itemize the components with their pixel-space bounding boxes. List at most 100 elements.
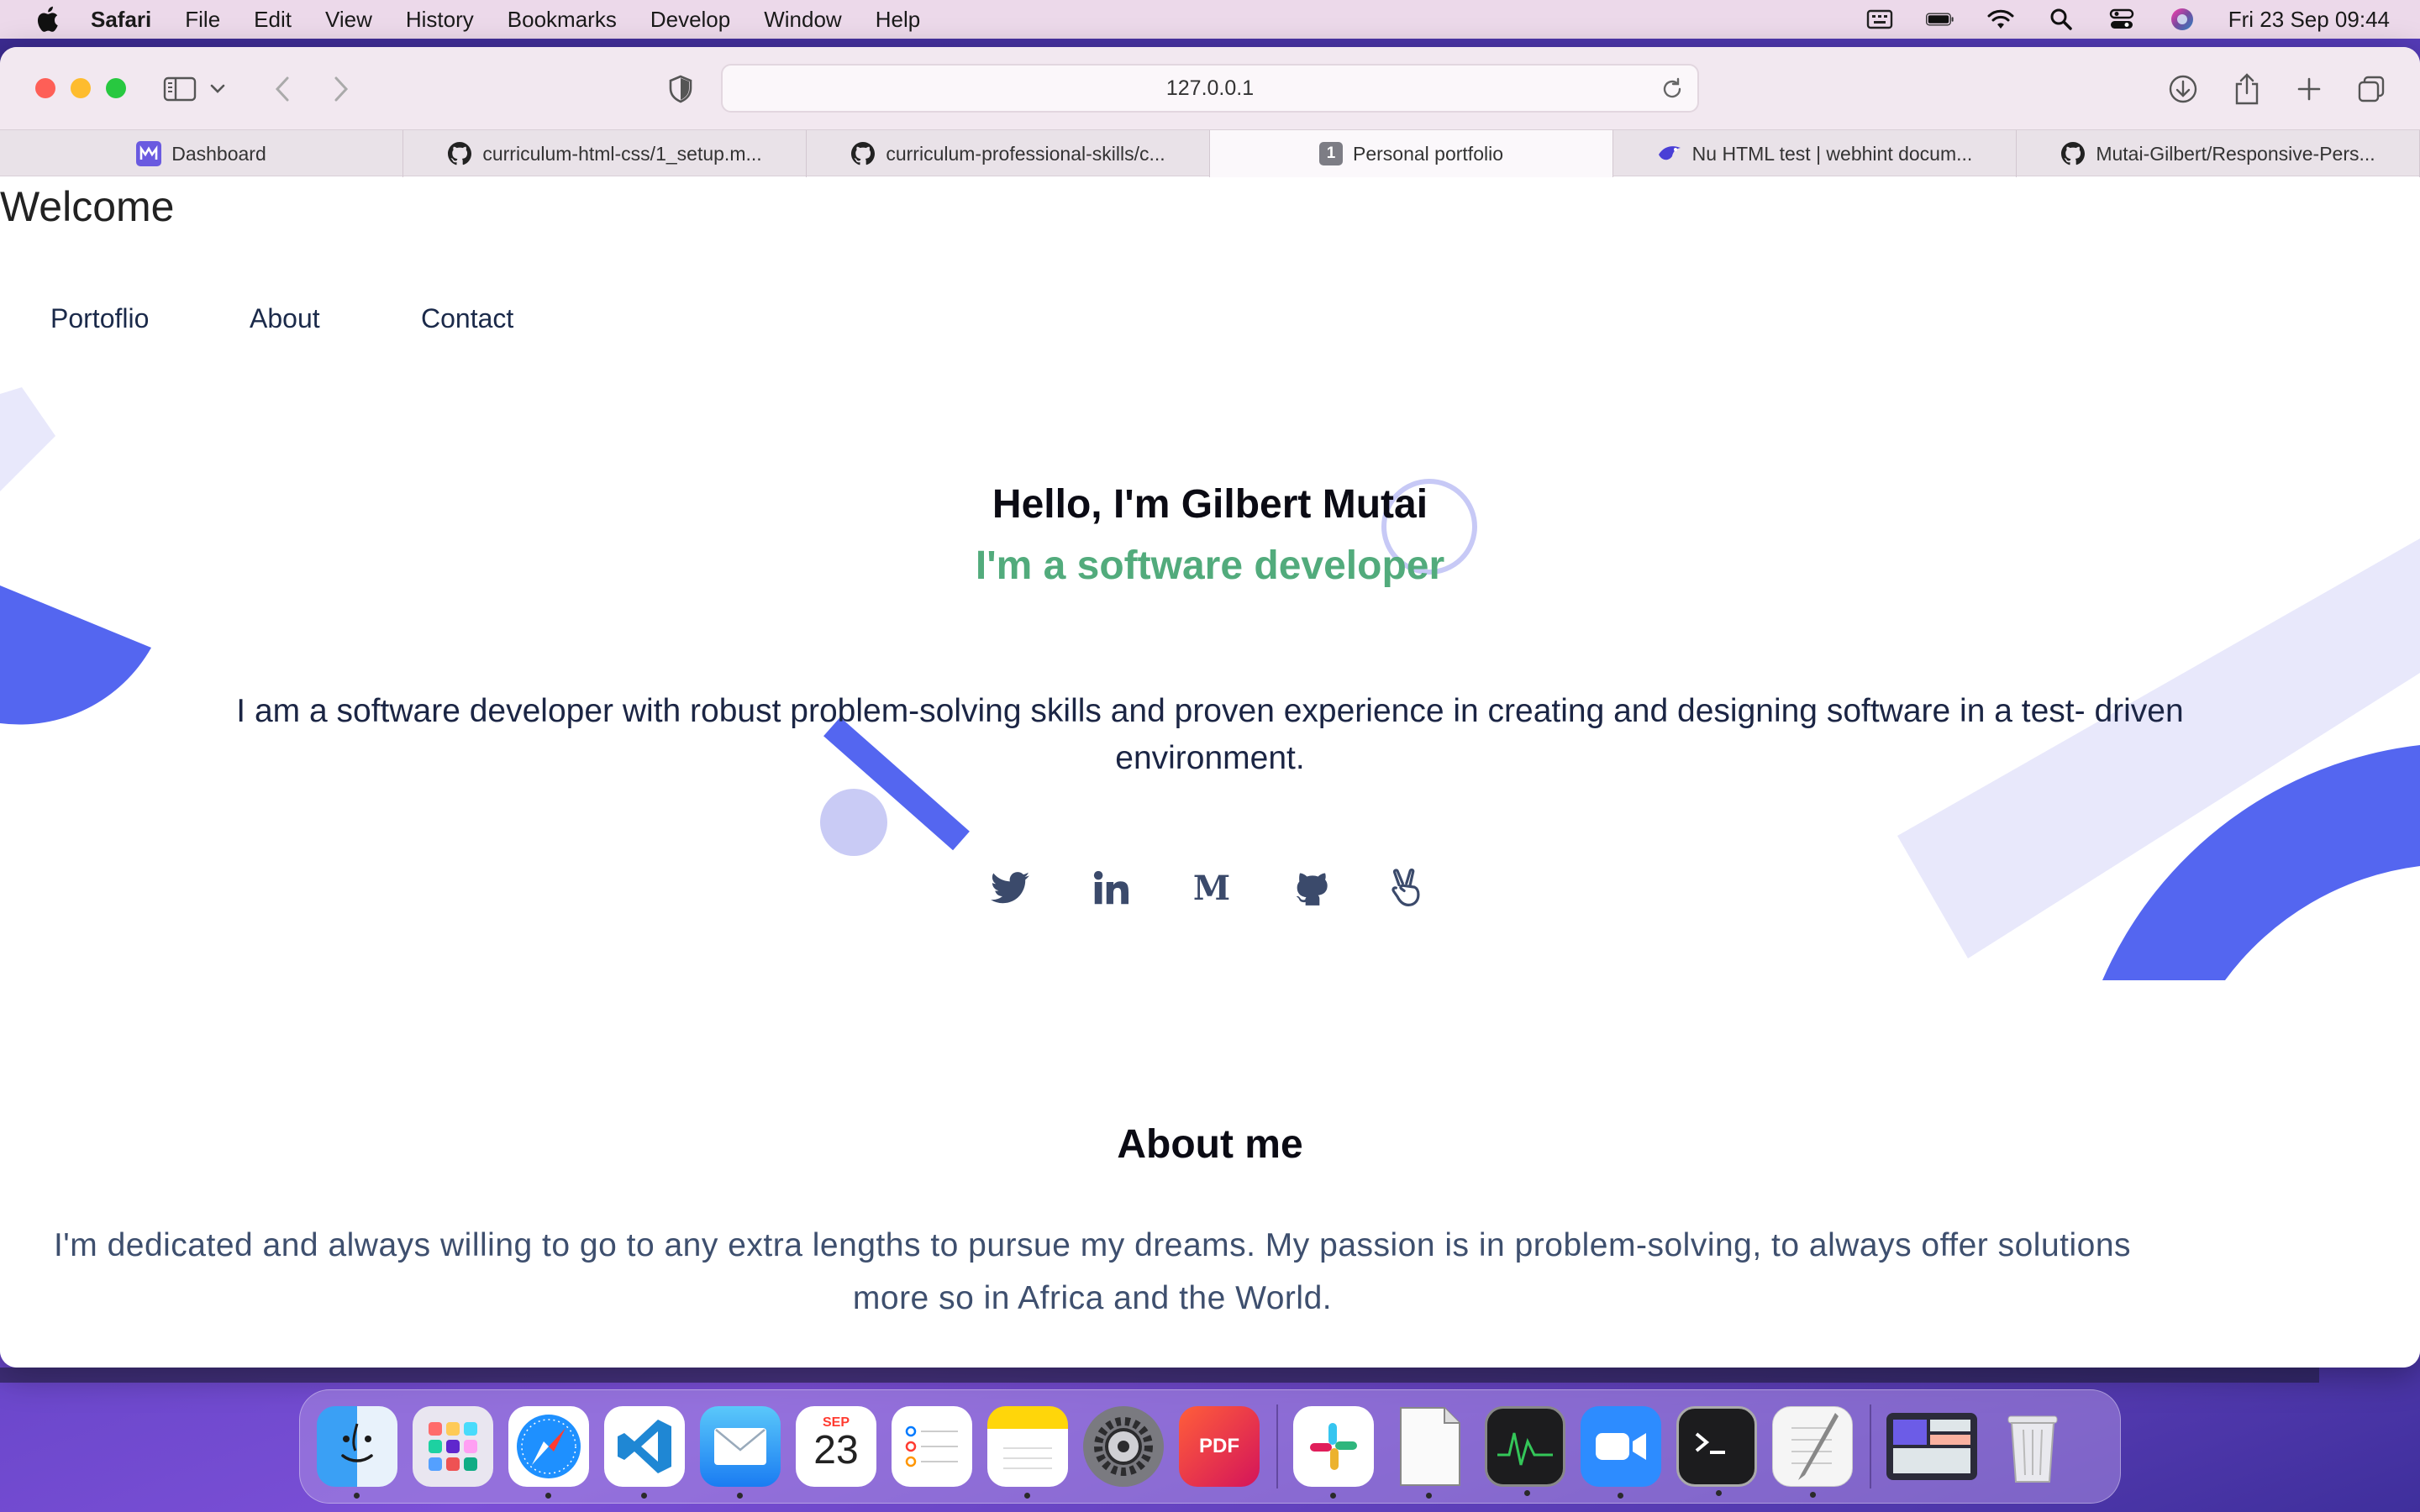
wifi-icon[interactable] bbox=[1986, 7, 2015, 32]
menubar-clock[interactable]: Fri 23 Sep 09:44 bbox=[2228, 7, 2390, 33]
menu-window[interactable]: Window bbox=[764, 7, 841, 33]
reload-icon[interactable] bbox=[1659, 76, 1686, 102]
hero-intro-text: I am a software developer with robust pr… bbox=[236, 693, 2184, 776]
linkedin-icon[interactable] bbox=[1089, 866, 1133, 910]
angellist-icon[interactable] bbox=[1383, 866, 1427, 910]
running-indicator bbox=[1426, 1493, 1432, 1499]
browser-toolbar: 127.0.0.1 bbox=[0, 47, 2420, 129]
social-links: M bbox=[988, 866, 1442, 916]
tab-label: Nu HTML test | webhint docum... bbox=[1691, 142, 1973, 165]
mail-icon[interactable] bbox=[700, 1406, 781, 1499]
keyboard-input-icon[interactable] bbox=[1865, 7, 1894, 32]
new-tab-icon[interactable] bbox=[2291, 71, 2328, 108]
tab-curriculum-professional-skills[interactable]: curriculum-professional-skills/c... bbox=[807, 130, 1210, 177]
running-indicator bbox=[545, 1493, 551, 1499]
safari-app-icon[interactable] bbox=[508, 1406, 589, 1499]
downloads-icon[interactable] bbox=[2165, 71, 2202, 108]
tab-overview-icon[interactable] bbox=[2353, 71, 2390, 108]
medium-letter: M bbox=[1192, 868, 1231, 908]
menu-view[interactable]: View bbox=[325, 7, 372, 33]
running-indicator bbox=[737, 1493, 743, 1499]
textedit-icon[interactable] bbox=[1389, 1406, 1470, 1499]
tab-personal-portfolio[interactable]: 1 Personal portfolio bbox=[1210, 130, 1613, 177]
github-icon[interactable] bbox=[1291, 866, 1334, 910]
tab-mutai-gilbert-repo[interactable]: Mutai-Gilbert/Responsive-Pers... bbox=[2017, 130, 2420, 177]
privacy-report-shield-icon[interactable] bbox=[662, 71, 699, 108]
menu-develop[interactable]: Develop bbox=[650, 7, 730, 33]
finder-icon[interactable] bbox=[317, 1406, 397, 1499]
script-editor-icon[interactable] bbox=[1772, 1406, 1853, 1498]
tab-nu-html-test[interactable]: Nu HTML test | webhint docum... bbox=[1613, 130, 2017, 177]
preview-thumbnail-icon[interactable] bbox=[1886, 1413, 1977, 1480]
apple-menu-icon[interactable] bbox=[30, 3, 64, 36]
menu-help[interactable]: Help bbox=[876, 7, 920, 33]
share-icon[interactable] bbox=[2228, 71, 2265, 108]
sidebar-toggle-icon[interactable] bbox=[161, 71, 198, 108]
dashboard-icon bbox=[136, 141, 162, 166]
window-controls bbox=[35, 78, 126, 98]
terminal-icon[interactable] bbox=[1676, 1406, 1757, 1496]
medium-icon[interactable]: M bbox=[1190, 866, 1234, 910]
reminders-icon[interactable] bbox=[892, 1406, 972, 1487]
vscode-icon[interactable] bbox=[604, 1406, 685, 1499]
github-icon bbox=[2060, 141, 2086, 166]
notes-icon[interactable] bbox=[987, 1406, 1068, 1499]
tab-label: curriculum-professional-skills/c... bbox=[886, 142, 1165, 165]
tab-dashboard[interactable]: Dashboard bbox=[0, 130, 403, 177]
web-page-content: Welcome Portoflio About Contact Hello, I… bbox=[0, 177, 2420, 1368]
control-center-icon[interactable] bbox=[2107, 7, 2136, 32]
activity-monitor-icon[interactable] bbox=[1485, 1406, 1565, 1496]
menu-edit[interactable]: Edit bbox=[254, 7, 292, 33]
hero-role: I'm a software developer bbox=[975, 543, 1445, 588]
menu-bar: Safari File Edit View History Bookmarks … bbox=[0, 0, 2420, 39]
address-bar[interactable]: 127.0.0.1 bbox=[721, 64, 1699, 113]
tab-number-icon: 1 bbox=[1319, 142, 1343, 165]
twitter-icon[interactable] bbox=[988, 866, 1032, 910]
chevron-down-icon[interactable] bbox=[207, 71, 229, 108]
github-icon bbox=[447, 141, 472, 166]
back-button[interactable] bbox=[264, 71, 301, 108]
running-indicator bbox=[1524, 1490, 1530, 1496]
tab-label: Mutai-Gilbert/Responsive-Pers... bbox=[2096, 142, 2375, 165]
hero-greeting: Hello, I'm Gilbert Mutai bbox=[992, 482, 1428, 527]
forward-button[interactable] bbox=[323, 71, 360, 108]
tab-curriculum-html-css[interactable]: curriculum-html-css/1_setup.m... bbox=[403, 130, 807, 177]
system-preferences-icon[interactable] bbox=[1083, 1406, 1164, 1487]
minimize-window-button[interactable] bbox=[71, 78, 91, 98]
tab-label: Personal portfolio bbox=[1353, 142, 1503, 165]
main-nav: Portoflio About Contact bbox=[0, 303, 672, 345]
battery-icon[interactable] bbox=[1925, 7, 1954, 32]
menu-bookmarks[interactable]: Bookmarks bbox=[508, 7, 617, 33]
menu-app-safari[interactable]: Safari bbox=[91, 7, 151, 33]
pdf-expert-icon[interactable]: PDF bbox=[1179, 1406, 1260, 1487]
running-indicator bbox=[1810, 1492, 1816, 1498]
trash-icon[interactable] bbox=[1992, 1406, 2073, 1487]
dock-separator bbox=[1870, 1404, 1871, 1488]
nav-link-portfolio[interactable]: Portoflio bbox=[50, 303, 149, 334]
menu-file[interactable]: File bbox=[185, 7, 220, 33]
fullscreen-window-button[interactable] bbox=[106, 78, 126, 98]
menu-history[interactable]: History bbox=[406, 7, 474, 33]
nav-link-contact[interactable]: Contact bbox=[421, 303, 513, 334]
running-indicator bbox=[1330, 1493, 1336, 1499]
zoom-icon[interactable] bbox=[1581, 1406, 1661, 1499]
siri-icon[interactable] bbox=[2168, 7, 2196, 32]
dock-separator bbox=[1276, 1404, 1278, 1488]
about-text: I'm dedicated and always willing to go t… bbox=[53, 1227, 2132, 1316]
safari-window: 127.0.0.1 Dashboard curriculum-html-css/… bbox=[0, 47, 2420, 1368]
nav-link-about[interactable]: About bbox=[250, 303, 320, 334]
launchpad-icon[interactable] bbox=[413, 1406, 493, 1487]
background-editor-statusbar bbox=[0, 1368, 2319, 1383]
tab-bar: Dashboard curriculum-html-css/1_setup.m.… bbox=[0, 129, 2420, 177]
calendar-icon[interactable]: SEP 23 bbox=[796, 1406, 876, 1487]
slack-icon[interactable] bbox=[1293, 1406, 1374, 1499]
calendar-day: 23 bbox=[813, 1428, 859, 1473]
dock: SEP 23 PDF bbox=[299, 1389, 2121, 1504]
pdf-label: PDF bbox=[1199, 1435, 1239, 1457]
github-icon bbox=[850, 141, 876, 166]
webhint-icon bbox=[1657, 141, 1682, 166]
close-window-button[interactable] bbox=[35, 78, 55, 98]
tab-label: Dashboard bbox=[171, 142, 266, 165]
spotlight-search-icon[interactable] bbox=[2047, 7, 2075, 32]
url-text[interactable]: 127.0.0.1 bbox=[1166, 76, 1254, 101]
